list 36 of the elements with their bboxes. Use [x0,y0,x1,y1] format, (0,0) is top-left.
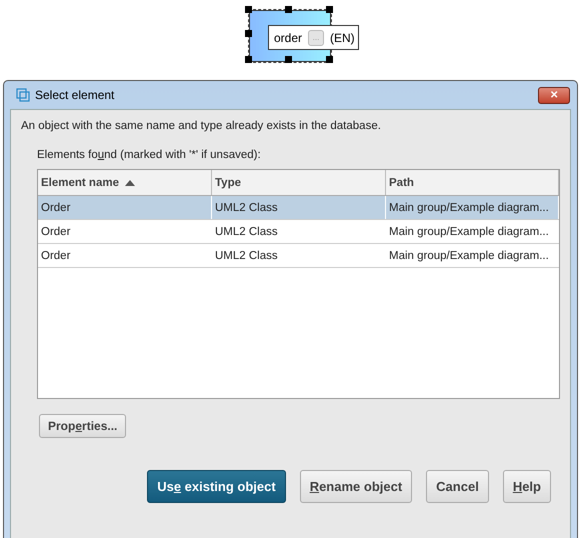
table-row[interactable]: Order UML2 Class Main group/Example diagram... [38,220,559,244]
table-cell: UML2 Class [212,244,386,267]
table-cell: UML2 Class [212,196,386,219]
properties-button[interactable]: Properties... [39,414,126,438]
table-cell: UML2 Class [212,220,386,243]
resize-handle[interactable] [245,56,252,63]
column-header[interactable]: Element name [38,170,212,195]
dialog-button[interactable]: Use existing object [147,470,286,503]
list-label: Elements found (marked with '*' if unsaved): [37,149,262,161]
dialog-button[interactable]: Rename object [300,470,412,503]
resize-handle[interactable] [285,56,292,63]
resize-handle[interactable] [285,6,292,13]
dialog-button[interactable]: Cancel [426,470,489,503]
resize-handle[interactable] [245,6,252,13]
language-label: (EN) [330,30,355,44]
name-field[interactable]: order [274,30,302,44]
column-header[interactable]: Path [386,170,559,195]
resize-handle[interactable] [326,56,333,63]
message-text: An object with the same name and type already exists in the database. [21,120,382,132]
table-row[interactable]: Order UML2 Class Main group/Example diagram... [38,196,559,220]
table-cell: Main group/Example diagram... [386,196,559,219]
window-title: Select element [35,88,116,102]
table-cell: Order [38,220,212,243]
dialog-button[interactable]: Help [502,470,551,503]
inline-editor-popup[interactable]: order ... (EN) [268,25,359,50]
close-button[interactable]: ✕ [538,86,570,104]
resize-handle[interactable] [245,30,252,37]
table-row[interactable]: Order UML2 Class Main group/Example diagram... [38,244,559,268]
sort-ascending-icon [124,180,135,186]
resize-handle[interactable] [326,6,333,13]
table-cell: Main group/Example diagram... [386,220,559,243]
column-header[interactable]: Type [212,170,386,195]
table-cell: Main group/Example diagram... [386,244,559,267]
table-cell: Order [38,196,212,219]
table-cell: Order [38,244,212,267]
window-icon [16,88,30,102]
